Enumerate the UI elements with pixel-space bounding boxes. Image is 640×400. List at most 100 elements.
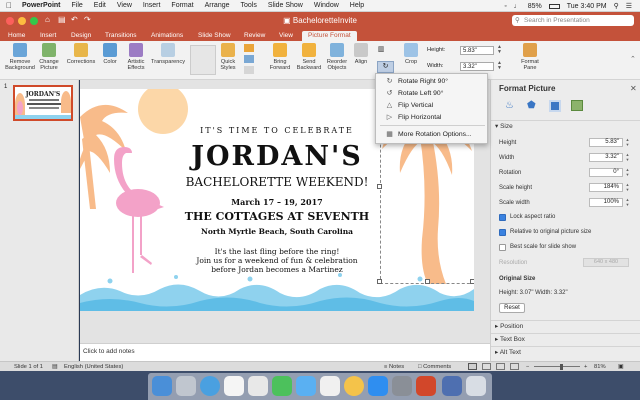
reset-button[interactable]: Reset xyxy=(499,303,525,313)
resize-handle-bottom-left[interactable] xyxy=(377,279,382,284)
tab-review[interactable]: Review xyxy=(244,31,265,41)
powerpoint-icon[interactable] xyxy=(416,376,436,396)
zoom-slider[interactable] xyxy=(534,366,580,367)
menu-view[interactable]: View xyxy=(117,2,132,9)
lock-aspect-checkbox[interactable] xyxy=(499,214,506,221)
menu-tools[interactable]: Tools xyxy=(241,2,257,9)
close-pane-icon[interactable]: ✕ xyxy=(630,84,637,93)
battery-icon[interactable] xyxy=(548,3,560,9)
bring-forward-button[interactable]: Bring Forward xyxy=(266,43,294,72)
effects-icon[interactable]: ⬟ xyxy=(527,100,536,111)
reading-view-icon[interactable] xyxy=(496,363,505,370)
menu-slide-show[interactable]: Slide Show xyxy=(268,2,303,9)
collapse-ribbon-icon[interactable]: ⌃ xyxy=(630,55,636,63)
resize-handle-bottom[interactable] xyxy=(425,279,430,284)
corrections-button[interactable]: Corrections xyxy=(64,43,98,65)
change-picture-button[interactable]: Change Picture xyxy=(36,43,62,72)
volume-icon[interactable]: ♩ xyxy=(514,3,521,10)
tab-picture-format[interactable]: Picture Format xyxy=(302,31,357,41)
picture-styles-gallery[interactable] xyxy=(190,45,216,75)
picture-effects-icon[interactable] xyxy=(244,55,254,63)
relative-original-checkbox[interactable] xyxy=(499,229,506,236)
menu-edit[interactable]: Edit xyxy=(94,2,106,9)
menu-app-name[interactable]: PowerPoint xyxy=(22,2,61,9)
height-field[interactable]: 5.83" xyxy=(460,46,494,55)
menu-arrange[interactable]: Arrange xyxy=(205,2,230,9)
finder-icon[interactable] xyxy=(152,376,172,396)
menu-format[interactable]: Format xyxy=(171,2,193,9)
tab-design[interactable]: Design xyxy=(71,31,91,41)
picture-border-icon[interactable] xyxy=(244,44,254,52)
launchpad-icon[interactable] xyxy=(176,376,196,396)
width-field[interactable]: 3.32" xyxy=(460,62,494,71)
spotlight-icon[interactable]: ⚲ xyxy=(614,2,619,10)
safari-icon[interactable] xyxy=(200,376,220,396)
pane-rotation-field[interactable]: 0° xyxy=(589,168,623,177)
normal-view-icon[interactable] xyxy=(468,363,477,370)
tab-home[interactable]: Home xyxy=(8,31,25,41)
best-scale-checkbox[interactable] xyxy=(499,244,506,251)
pane-scale-width-stepper[interactable]: ▲ ▼ xyxy=(625,197,630,207)
slide-sorter-icon[interactable] xyxy=(482,363,491,370)
menu-rotate-left-90[interactable]: ↺ Rotate Left 90° xyxy=(376,88,489,99)
app-store-icon[interactable] xyxy=(368,376,388,396)
pane-height-field[interactable]: 5.83" xyxy=(589,138,623,147)
rotate-icon[interactable]: ↻ xyxy=(377,61,394,73)
pane-rotation-stepper[interactable]: ▲ ▼ xyxy=(625,167,630,177)
photos-icon[interactable] xyxy=(344,376,364,396)
tab-slide-show[interactable]: Slide Show xyxy=(198,31,231,41)
remove-background-button[interactable]: Remove Background xyxy=(2,43,38,72)
battery-percent[interactable]: 85% xyxy=(528,3,542,10)
menu-more-rotation-options[interactable]: ▦ More Rotation Options... xyxy=(376,129,489,140)
search-input[interactable]: ⚲ Search in Presentation xyxy=(512,15,634,26)
picture-layout-icon[interactable] xyxy=(244,66,254,74)
section-size[interactable]: ▾ Size xyxy=(491,120,640,132)
fill-line-icon[interactable]: ♨ xyxy=(505,100,514,111)
menu-window[interactable]: Window xyxy=(314,2,339,9)
height-stepper[interactable]: ▲ ▼ xyxy=(497,45,502,55)
tab-insert[interactable]: Insert xyxy=(40,31,56,41)
tab-view[interactable]: View xyxy=(279,31,293,41)
menu-flip-horizontal[interactable]: ▷ Flip Horizontal xyxy=(376,112,489,123)
group-objects-icon[interactable]: ▥ xyxy=(375,45,387,55)
pane-scale-height-stepper[interactable]: ▲ ▼ xyxy=(625,182,630,192)
menu-help[interactable]: Help xyxy=(350,2,364,9)
notes-pane[interactable]: Click to add notes xyxy=(80,343,490,361)
apple-icon[interactable]:  xyxy=(6,1,16,10)
pane-width-stepper[interactable]: ▲ ▼ xyxy=(625,152,630,162)
section-text-box[interactable]: ▸ Text Box xyxy=(491,333,640,345)
section-position[interactable]: ▸ Position xyxy=(491,320,640,332)
format-pane-button[interactable]: Format Pane xyxy=(518,43,542,72)
notes-app-icon[interactable] xyxy=(248,376,268,396)
tab-transitions[interactable]: Transitions xyxy=(105,31,137,41)
picture-icon[interactable] xyxy=(571,100,583,111)
downloads-folder-icon[interactable] xyxy=(442,376,462,396)
slide-thumbnail[interactable]: JORDAN'S xyxy=(13,85,73,121)
reorder-objects-button[interactable]: Reorder Objects xyxy=(324,43,350,72)
wifi-icon[interactable]: ◦ xyxy=(504,3,506,10)
clock[interactable]: Tue 3:40 PM xyxy=(567,3,607,10)
crop-button[interactable]: Crop xyxy=(402,43,420,65)
menu-rotate-right-90[interactable]: ↻ Rotate Right 90° xyxy=(376,76,489,87)
color-button[interactable]: Color xyxy=(100,43,120,65)
zoom-slider-thumb[interactable] xyxy=(560,364,563,370)
slideshow-view-icon[interactable] xyxy=(510,363,519,370)
trash-icon[interactable] xyxy=(466,376,486,396)
transparency-button[interactable]: Transparency xyxy=(150,43,186,65)
send-backward-button[interactable]: Send Backward xyxy=(294,43,324,72)
pane-scale-height-field[interactable]: 184% xyxy=(589,183,623,192)
resize-handle-bottom-right[interactable] xyxy=(470,279,474,284)
system-preferences-icon[interactable] xyxy=(392,376,412,396)
pane-scale-width-field[interactable]: 100% xyxy=(589,198,623,207)
section-alt-text[interactable]: ▸ Alt Text xyxy=(491,346,640,358)
tab-animations[interactable]: Animations xyxy=(151,31,183,41)
facetime-icon[interactable] xyxy=(272,376,292,396)
size-properties-icon[interactable] xyxy=(549,100,561,112)
itunes-icon[interactable] xyxy=(320,376,340,396)
artistic-effects-button[interactable]: Artistic Effects xyxy=(124,43,148,72)
width-stepper[interactable]: ▲ ▼ xyxy=(497,61,502,71)
menu-insert[interactable]: Insert xyxy=(143,2,161,9)
menu-flip-vertical[interactable]: △ Flip Vertical xyxy=(376,100,489,111)
resize-handle-left[interactable] xyxy=(377,184,382,189)
calendar-icon[interactable] xyxy=(224,376,244,396)
